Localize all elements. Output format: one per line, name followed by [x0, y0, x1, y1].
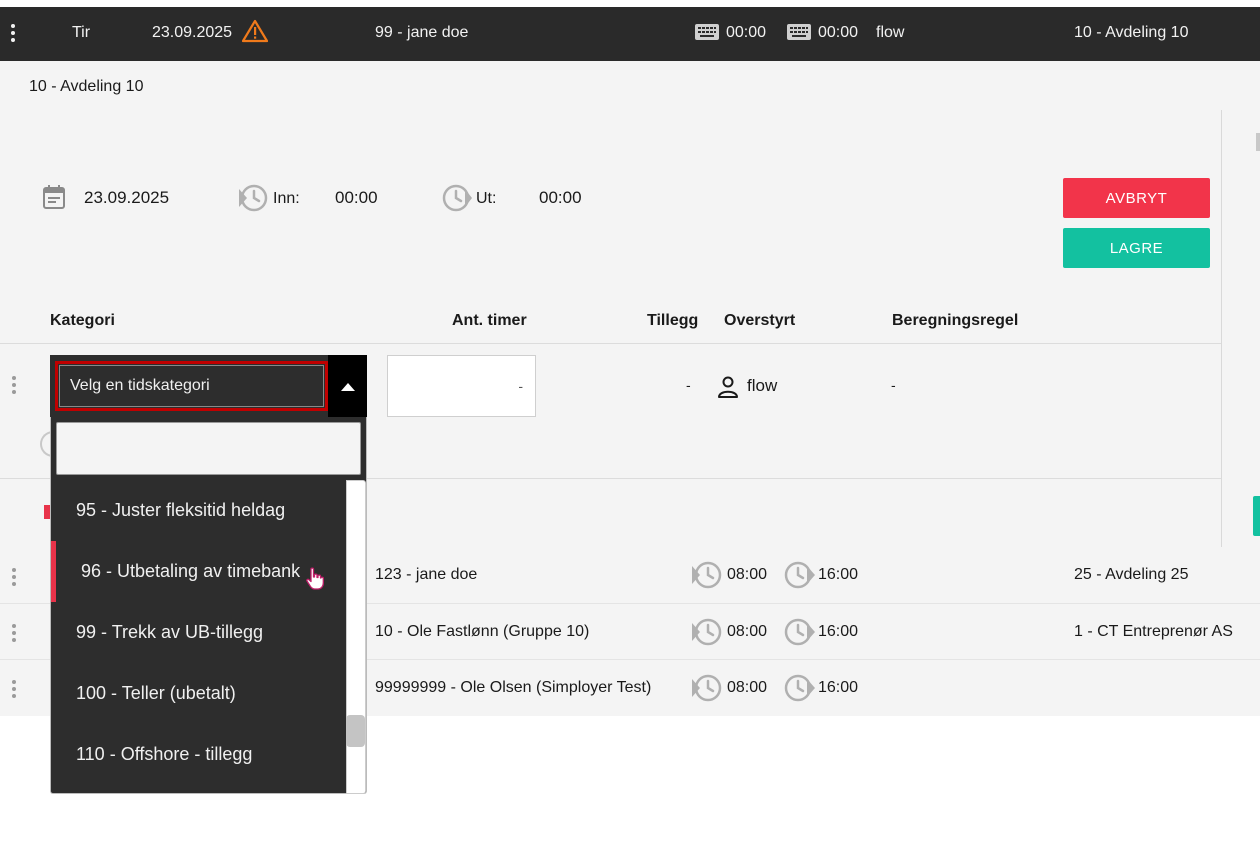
clock-out-time: 00:00	[818, 24, 859, 41]
header-rule: Beregningsregel	[892, 312, 1019, 329]
row-employee: 10 - Ole Fastlønn (Gruppe 10)	[375, 623, 590, 640]
day-label: Tir	[72, 24, 91, 41]
kebab-menu-icon[interactable]	[11, 376, 17, 394]
save-button[interactable]: LAGRE	[1063, 228, 1210, 268]
panel-divider	[1221, 110, 1222, 547]
clock-in-icon	[690, 617, 724, 647]
cancel-button[interactable]: AVBRYT	[1063, 178, 1210, 218]
in-label: Inn:	[273, 190, 300, 207]
header-override: Overstyrt	[724, 312, 796, 329]
date-label: 23.09.2025	[152, 24, 233, 41]
clock-in-time: 00:00	[726, 24, 767, 41]
row-employee: 99999999 - Ole Olsen (Simployer Test)	[375, 679, 652, 696]
calendar-icon[interactable]	[41, 184, 67, 215]
row-out: 16:00	[818, 623, 859, 640]
caret-up-icon[interactable]	[328, 355, 367, 417]
dropdown-option-active[interactable]: 96 - Utbetaling av timebank	[51, 541, 346, 602]
row-in: 08:00	[727, 566, 768, 583]
row-employee: 123 - jane doe	[375, 566, 478, 583]
row-department: 1 - CT Entreprenør AS	[1074, 623, 1233, 640]
kebab-menu-icon[interactable]	[10, 24, 16, 42]
kebab-menu-icon[interactable]	[11, 680, 17, 698]
dropdown-option[interactable]: 95 - Juster fleksitid heldag	[51, 480, 346, 541]
rule-value: -	[891, 377, 896, 393]
clock-in-icon	[690, 560, 724, 590]
in-time-field[interactable]: 00:00	[335, 188, 378, 208]
row-in: 08:00	[727, 679, 768, 696]
row-out: 16:00	[818, 566, 859, 583]
dropdown-option[interactable]: 99 - Trekk av UB-tillegg	[51, 602, 346, 663]
employee-label: 99 - jane doe	[375, 24, 469, 41]
keyboard-icon	[694, 23, 720, 41]
day-row-header[interactable]: Tir 23.09.2025 99 - jane doe 00:00 00:00…	[0, 7, 1260, 61]
panel-date[interactable]: 23.09.2025	[84, 188, 169, 208]
keyboard-icon	[786, 23, 812, 41]
category-select-field[interactable]: Velg en tidskategori	[55, 361, 328, 411]
header-supplement: Tillegg	[647, 312, 699, 329]
header-divider	[0, 343, 1221, 344]
dropdown-scrollbar-thumb[interactable]	[346, 715, 365, 747]
clock-out-icon	[441, 183, 473, 218]
out-time-field[interactable]: 00:00	[539, 188, 582, 208]
user-icon	[717, 375, 739, 404]
hand-cursor-icon	[305, 567, 325, 596]
header-category: Kategori	[50, 312, 115, 329]
header-hours: Ant. timer	[452, 312, 527, 329]
override-user: flow	[747, 376, 778, 395]
clock-out-icon	[783, 560, 817, 590]
panel-department: 10 - Avdeling 10	[29, 78, 144, 95]
out-label: Ut:	[476, 190, 497, 207]
dropdown-search-input[interactable]	[56, 422, 361, 475]
clock-out-icon	[783, 673, 817, 703]
kebab-menu-icon[interactable]	[11, 624, 17, 642]
side-action-button[interactable]	[1253, 496, 1260, 536]
user-label: flow	[876, 24, 905, 41]
hours-input[interactable]: -	[387, 355, 536, 417]
row-in: 08:00	[727, 623, 768, 640]
kebab-menu-icon[interactable]	[11, 568, 17, 586]
side-panel-edge	[1256, 133, 1260, 151]
row-department: 25 - Avdeling 25	[1074, 566, 1189, 583]
row-out: 16:00	[818, 679, 859, 696]
warning-icon	[241, 19, 269, 43]
clock-in-icon	[237, 183, 269, 218]
dropdown-option[interactable]: 110 - Offshore - tillegg	[51, 724, 346, 785]
clock-in-icon	[690, 673, 724, 703]
clock-out-icon	[783, 617, 817, 647]
supplement-value: -	[686, 377, 691, 393]
dropdown-option[interactable]: 100 - Teller (ubetalt)	[51, 663, 346, 724]
department-label: 10 - Avdeling 10	[1074, 24, 1189, 41]
